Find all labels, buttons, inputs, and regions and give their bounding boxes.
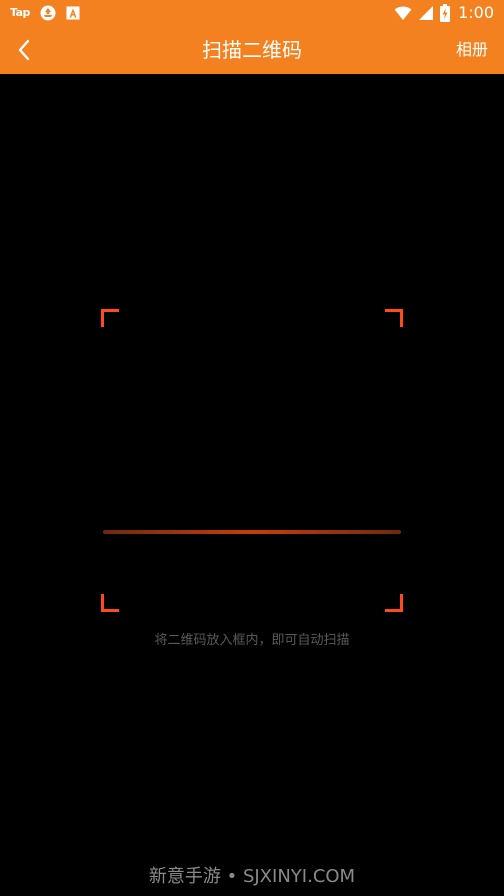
scan-frame-corner-top-right: [385, 309, 403, 327]
scan-frame-corner-bottom-right: [385, 594, 403, 612]
back-button[interactable]: [8, 34, 40, 66]
scan-frame-corner-top-left: [101, 309, 119, 327]
status-time: 1:00: [458, 3, 494, 22]
page-title: 扫描二维码: [202, 38, 302, 62]
scan-frame: [101, 309, 403, 612]
font-app-icon: [66, 6, 80, 20]
scan-frame-corner-bottom-left: [101, 594, 119, 612]
watermark: 新意手游 • SJXINYI.COM: [148, 866, 356, 887]
status-bar: Tap 1:00: [0, 0, 504, 26]
qr-scan-screen: Tap 1:00 扫描二维码 相册 将二维码放入框内，即可自动扫描 新意手游 •…: [0, 0, 504, 896]
signal-icon: [418, 5, 434, 21]
status-notification-icons: Tap: [10, 4, 80, 22]
status-system-icons: 1:00: [394, 3, 494, 23]
recycle-icon: [40, 5, 56, 21]
album-button[interactable]: 相册: [456, 26, 488, 74]
scan-line: [103, 530, 401, 534]
battery-charging-icon: [440, 4, 451, 22]
tap-logo-icon: Tap: [10, 6, 30, 19]
scan-hint: 将二维码放入框内，即可自动扫描: [154, 633, 350, 648]
wifi-icon: [394, 5, 412, 21]
chevron-left-icon: [18, 39, 30, 61]
app-bar: 扫描二维码 相册: [0, 26, 504, 74]
